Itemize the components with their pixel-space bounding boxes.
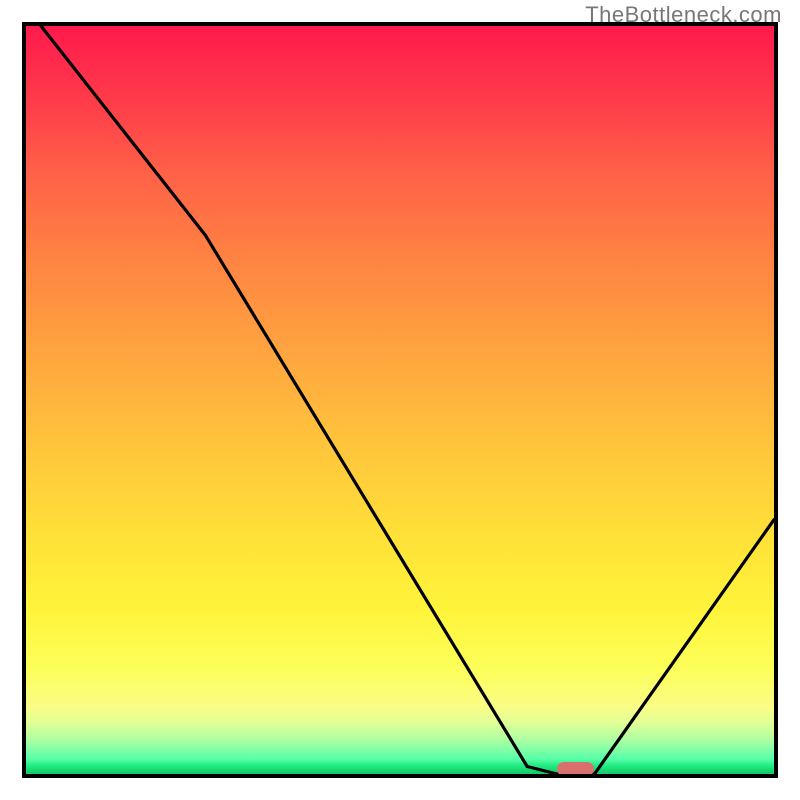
chart-frame: TheBottleneck.com [0,0,800,800]
plot-area [22,22,778,778]
optimum-marker [557,762,594,776]
curve-svg [26,26,774,774]
bottleneck-curve-path [41,26,774,774]
